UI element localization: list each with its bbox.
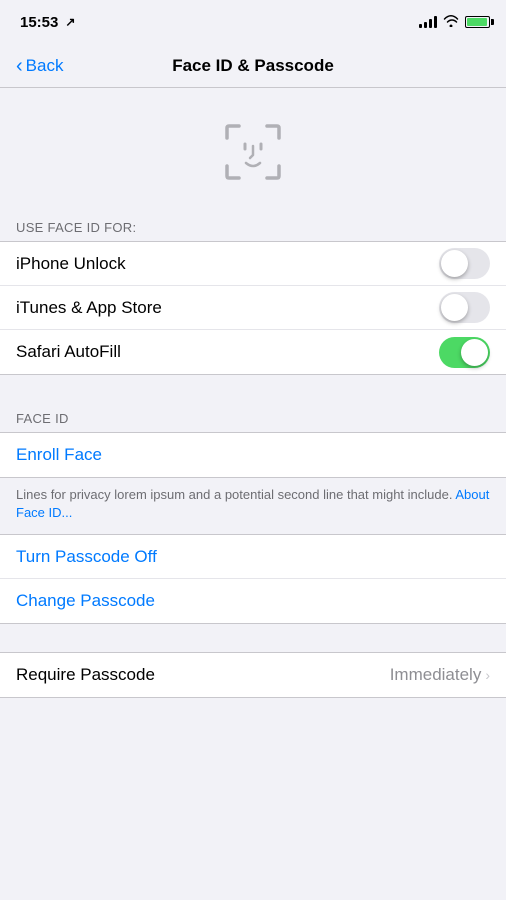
iphone-unlock-label: iPhone Unlock xyxy=(16,254,126,274)
turn-passcode-off-row[interactable]: Turn Passcode Off xyxy=(0,535,506,579)
chevron-right-icon: › xyxy=(485,667,490,683)
enroll-face-group: Enroll Face xyxy=(0,432,506,478)
iphone-unlock-row[interactable]: iPhone Unlock xyxy=(0,242,506,286)
change-passcode-label: Change Passcode xyxy=(16,591,155,611)
require-passcode-row[interactable]: Require Passcode Immediately › xyxy=(0,653,506,697)
wifi-icon xyxy=(443,14,459,30)
require-passcode-label: Require Passcode xyxy=(16,665,155,685)
back-label: Back xyxy=(26,56,64,76)
face-id-section-label: FACE ID xyxy=(0,403,506,432)
itunes-app-store-row[interactable]: iTunes & App Store xyxy=(0,286,506,330)
face-id-icon xyxy=(217,116,289,188)
privacy-text: Lines for privacy lorem ipsum and a pote… xyxy=(16,487,489,520)
signal-icon xyxy=(419,16,437,28)
passcode-group: Turn Passcode Off Change Passcode xyxy=(0,534,506,624)
time-label: 15:53 xyxy=(20,14,58,31)
turn-passcode-off-label: Turn Passcode Off xyxy=(16,547,157,567)
use-face-id-label: USE FACE ID FOR: xyxy=(0,212,506,241)
privacy-text-container: Lines for privacy lorem ipsum and a pote… xyxy=(0,478,506,534)
back-button[interactable]: ‹ Back xyxy=(8,48,71,84)
require-passcode-group: Require Passcode Immediately › xyxy=(0,652,506,698)
location-arrow-icon: ↗ xyxy=(65,15,75,29)
page-title: Face ID & Passcode xyxy=(172,56,334,76)
nav-bar: ‹ Back Face ID & Passcode xyxy=(0,44,506,88)
require-passcode-value: Immediately › xyxy=(390,665,490,685)
itunes-app-store-label: iTunes & App Store xyxy=(16,298,162,318)
enroll-face-label: Enroll Face xyxy=(16,445,102,465)
change-passcode-row[interactable]: Change Passcode xyxy=(0,579,506,623)
itunes-app-store-toggle[interactable] xyxy=(439,292,490,323)
status-icons xyxy=(419,14,490,30)
status-time: 15:53 ↗ xyxy=(20,14,75,31)
battery-icon xyxy=(465,16,490,28)
privacy-description: Lines for privacy lorem ipsum and a pote… xyxy=(16,487,452,502)
iphone-unlock-toggle[interactable] xyxy=(439,248,490,279)
face-id-header xyxy=(0,88,506,212)
require-passcode-current-value: Immediately xyxy=(390,665,482,685)
safari-autofill-label: Safari AutoFill xyxy=(16,342,121,362)
enroll-face-row[interactable]: Enroll Face xyxy=(0,433,506,477)
face-id-toggles-group: iPhone Unlock iTunes & App Store Safari … xyxy=(0,241,506,375)
safari-autofill-toggle[interactable] xyxy=(439,337,490,368)
status-bar: 15:53 ↗ xyxy=(0,0,506,44)
safari-autofill-row[interactable]: Safari AutoFill xyxy=(0,330,506,374)
back-chevron-icon: ‹ xyxy=(16,56,23,76)
